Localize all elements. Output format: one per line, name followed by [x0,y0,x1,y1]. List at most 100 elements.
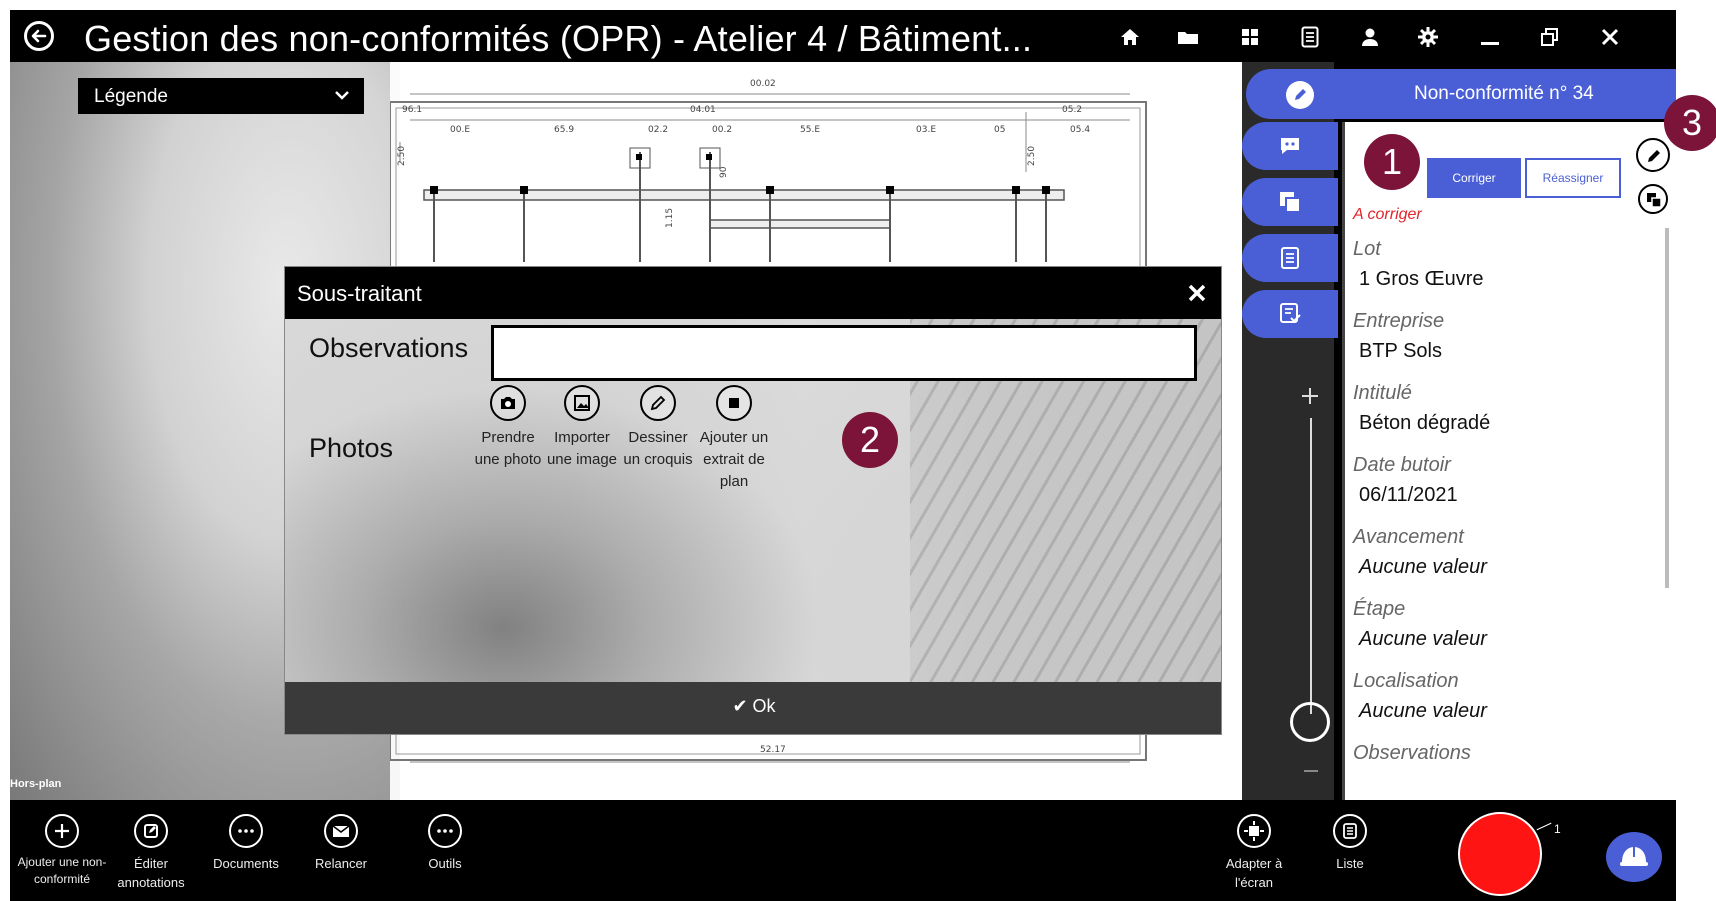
field-value-localisation[interactable]: Aucune valeur [1359,700,1487,723]
pencil-icon[interactable] [1286,81,1314,109]
duplicate-icon[interactable] [1638,184,1668,214]
home-icon[interactable] [1116,24,1144,50]
zoom-slider-thumb[interactable] [1290,702,1330,742]
callout-marker-1: 1 [1364,134,1420,190]
grid-icon[interactable] [1236,24,1264,50]
minimize-icon[interactable] [1476,24,1504,50]
tab-form[interactable] [1242,290,1338,338]
plan-dim: 03.E [916,125,936,135]
take-photo-label: Prendre une photo [474,429,542,468]
take-photo-button[interactable]: Prendre une photo [469,385,547,471]
more-icon [428,814,462,848]
hard-hat-icon[interactable] [1606,832,1662,882]
close-icon[interactable] [1185,281,1209,305]
zoom-out-icon[interactable] [1304,770,1318,772]
outils-label: Outils [428,856,462,871]
edit-annotations-label: Éditer annotations [117,856,185,890]
user-icon[interactable] [1356,24,1384,50]
stop-icon [716,385,752,421]
zoom-in-icon[interactable] [1300,386,1320,406]
correct-button[interactable]: Corriger [1427,158,1521,198]
field-label-lot: Lot [1353,238,1381,260]
plan-dim: 02.2 [648,125,668,135]
field-label-etape: Étape [1353,598,1406,620]
plan-dim-top: 00.02 [750,79,776,89]
pie-count-label: 1 [1554,822,1561,836]
field-label-observations: Observations [1353,742,1471,764]
plus-circle-icon [45,814,79,848]
field-value-etape[interactable]: Aucune valeur [1359,628,1487,651]
plan-dim: 96.1 [402,105,422,115]
status-pie-chart[interactable] [1458,812,1542,896]
edit-pencil-icon[interactable] [1636,138,1670,172]
import-image-button[interactable]: Importer une image [543,385,621,471]
bottom-toolbar: Ajouter une non-conformité Éditer annota… [10,800,1676,901]
relancer-button[interactable]: Relancer [306,814,376,873]
mail-icon [324,814,358,848]
folder-icon[interactable] [1174,24,1202,50]
observations-field[interactable] [491,325,1197,381]
plan-dim: 05.4 [1070,125,1090,135]
edit-annotations-button[interactable]: Éditer annotations [116,814,186,892]
title-bar: Gestion des non-conformités (OPR) - Atel… [10,10,1676,62]
plan-dim: 05 [994,125,1005,135]
observations-label: Observations [309,333,469,363]
panel-scrollbar[interactable] [1665,228,1669,588]
detail-panel: A corriger Corriger Réassigner Lot 1 Gro… [1342,122,1676,800]
app-window: Gestion des non-conformités (OPR) - Atel… [10,10,1676,901]
chevron-down-icon [334,88,350,106]
dialog-header: Sous-traitant [285,267,1221,319]
tab-copies[interactable] [1242,178,1338,226]
documents-label: Documents [213,856,279,871]
edit-square-icon [134,814,168,848]
nonconformity-title: Non-conformité n° 34 [1414,83,1594,104]
field-value-lot[interactable]: 1 Gros Œuvre [1359,268,1483,291]
side-tab-column [1242,62,1338,800]
add-nonconformity-button[interactable]: Ajouter une non-conformité [12,814,112,888]
tab-notes[interactable] [1242,234,1338,282]
gear-icon[interactable] [1414,24,1442,50]
nonconformity-header: Non-conformité n° 34 [1246,69,1676,119]
reassign-button[interactable]: Réassigner [1525,158,1621,198]
field-label-avancement: Avancement [1353,526,1464,548]
camera-icon [490,385,526,421]
list-icon [1333,814,1367,848]
more-icon [229,814,263,848]
field-value-avancement[interactable]: Aucune valeur [1359,556,1487,579]
outils-button[interactable]: Outils [410,814,480,873]
field-label-intitule: Intitulé [1353,382,1412,404]
zoom-slider-track[interactable] [1310,418,1312,714]
horsplan-label: Hors-plan [10,778,62,790]
fit-screen-button[interactable]: Adapter à l'écran [1214,814,1294,892]
tab-comments[interactable] [1242,122,1338,170]
ok-button[interactable]: ✔ Ok [285,682,1221,734]
close-icon[interactable] [1596,24,1624,50]
plan-dim: 52.17 [760,745,786,755]
screen: Gestion des non-conformités (OPR) - Atel… [0,0,1716,901]
ok-label: ✔ Ok [732,696,776,716]
back-arrow-icon[interactable] [24,21,54,51]
documents-button[interactable]: Documents [206,814,286,873]
plan-dim: 2.50 [1027,146,1037,166]
subcontractor-dialog: Sous-traitant Observations Photos Prendr… [284,266,1222,735]
draw-sketch-button[interactable]: Dessiner un croquis [619,385,697,471]
field-value-date-butoir[interactable]: 06/11/2021 [1359,484,1458,507]
legend-dropdown[interactable]: Légende [78,78,364,114]
restore-icon[interactable] [1536,24,1564,50]
add-plan-extract-button[interactable]: Ajouter un extrait de plan [695,385,773,493]
relancer-label: Relancer [314,856,368,871]
add-plan-extract-label: Ajouter un extrait de plan [699,429,769,490]
legend-label: Légende [94,86,168,107]
plan-dim: 05.2 [1062,105,1082,115]
field-value-intitule[interactable]: Béton dégradé [1359,412,1490,435]
notes-icon[interactable] [1296,24,1324,50]
field-value-entreprise[interactable]: BTP Sols [1359,340,1442,363]
pencil-icon [640,385,676,421]
app-title: Gestion des non-conformités (OPR) - Atel… [84,18,1033,59]
field-label-date-butoir: Date butoir [1353,454,1451,476]
field-label-localisation: Localisation [1353,670,1459,692]
plan-dim: 65.9 [554,125,574,135]
field-label-entreprise: Entreprise [1353,310,1445,332]
list-button[interactable]: Liste [1320,814,1380,873]
plan-dim: 00.E [450,125,470,135]
